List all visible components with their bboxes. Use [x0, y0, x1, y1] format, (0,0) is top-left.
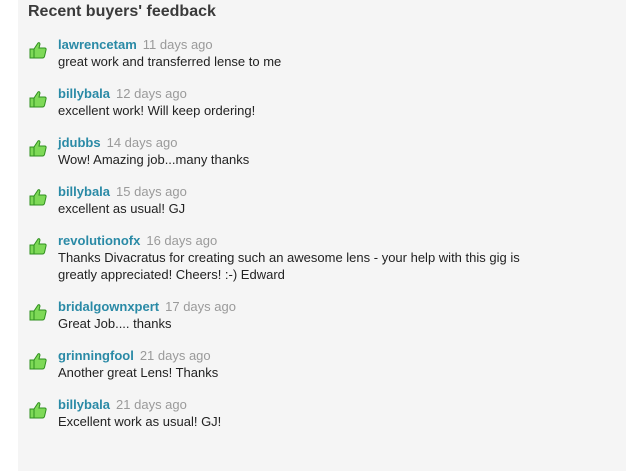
feedback-item: grinningfool 21 days ago Another great Le…	[18, 347, 626, 381]
feedback-meta: billybala 21 days ago	[58, 396, 626, 413]
time-ago: 14 days ago	[106, 135, 178, 150]
time-ago: 12 days ago	[116, 86, 187, 101]
feedback-meta: revolutionofx 16 days ago	[58, 232, 626, 249]
feedback-meta: lawrencetam 11 days ago	[58, 36, 626, 53]
buyer-link[interactable]: billybala	[58, 184, 110, 199]
feedback-comment: excellent work! Will keep ordering!	[58, 103, 256, 118]
time-ago: 21 days ago	[139, 348, 211, 363]
feedback-comment: Thanks Divacratus for creating such an a…	[58, 250, 520, 282]
panel-title: Recent buyers' feedback	[28, 3, 216, 20]
feedback-meta: grinningfool 21 days ago	[58, 347, 626, 364]
feedback-item: billybala 21 days ago Excellent work as u…	[18, 396, 626, 430]
buyer-link[interactable]: revolutionofx	[58, 233, 140, 248]
feedback-comment: great work and transferred lense to me	[58, 54, 282, 69]
buyer-link[interactable]: bridalgownxpert	[58, 299, 159, 314]
feedback-comment: excellent as usual! GJ	[58, 201, 186, 216]
thumbs-up-icon	[29, 402, 47, 419]
feedback-comment: Great Job.... thanks	[58, 316, 172, 331]
feedback-meta: billybala 15 days ago	[58, 183, 626, 200]
feedback-meta: billybala 12 days ago	[58, 85, 626, 102]
thumbs-up-icon	[29, 304, 47, 321]
thumbs-up-icon	[29, 140, 47, 157]
time-ago: 17 days ago	[165, 299, 236, 314]
feedback-meta: bridalgownxpert 17 days ago	[58, 298, 626, 315]
feedback-comment: Excellent work as usual! GJ!	[58, 414, 222, 429]
thumbs-up-icon	[29, 189, 47, 206]
buyer-link[interactable]: billybala	[58, 397, 110, 412]
feedback-list: lawrencetam 11 days ago great work and tr…	[18, 36, 626, 445]
feedback-item: bridalgownxpert 17 days ago Great Job....…	[18, 298, 626, 332]
feedback-item: lawrencetam 11 days ago great work and tr…	[18, 36, 626, 70]
time-ago: 15 days ago	[116, 184, 187, 199]
feedback-panel: Recent buyers' feedback lawrencetam 11 da…	[18, 0, 626, 471]
buyer-link[interactable]: billybala	[58, 86, 110, 101]
feedback-item: billybala 12 days ago excellent work! Wil…	[18, 85, 626, 119]
feedback-item: jdubbs 14 days ago Wow! Amazing job...man…	[18, 134, 626, 168]
feedback-comment: Another great Lens! Thanks	[58, 365, 219, 380]
thumbs-up-icon	[29, 42, 47, 59]
feedback-item: revolutionofx 16 days ago Thanks Divacrat…	[18, 232, 626, 283]
feedback-meta: jdubbs 14 days ago	[58, 134, 626, 151]
thumbs-up-icon	[29, 353, 47, 370]
buyer-link[interactable]: grinningfool	[58, 348, 134, 363]
buyer-link[interactable]: jdubbs	[58, 135, 101, 150]
time-ago: 21 days ago	[116, 397, 187, 412]
buyer-link[interactable]: lawrencetam	[58, 37, 137, 52]
time-ago: 11 days ago	[142, 37, 213, 52]
feedback-comment: Wow! Amazing job...many thanks	[58, 152, 250, 167]
feedback-item: billybala 15 days ago excellent as usual!…	[18, 183, 626, 217]
thumbs-up-icon	[29, 91, 47, 108]
time-ago: 16 days ago	[146, 233, 218, 248]
thumbs-up-icon	[29, 238, 47, 255]
